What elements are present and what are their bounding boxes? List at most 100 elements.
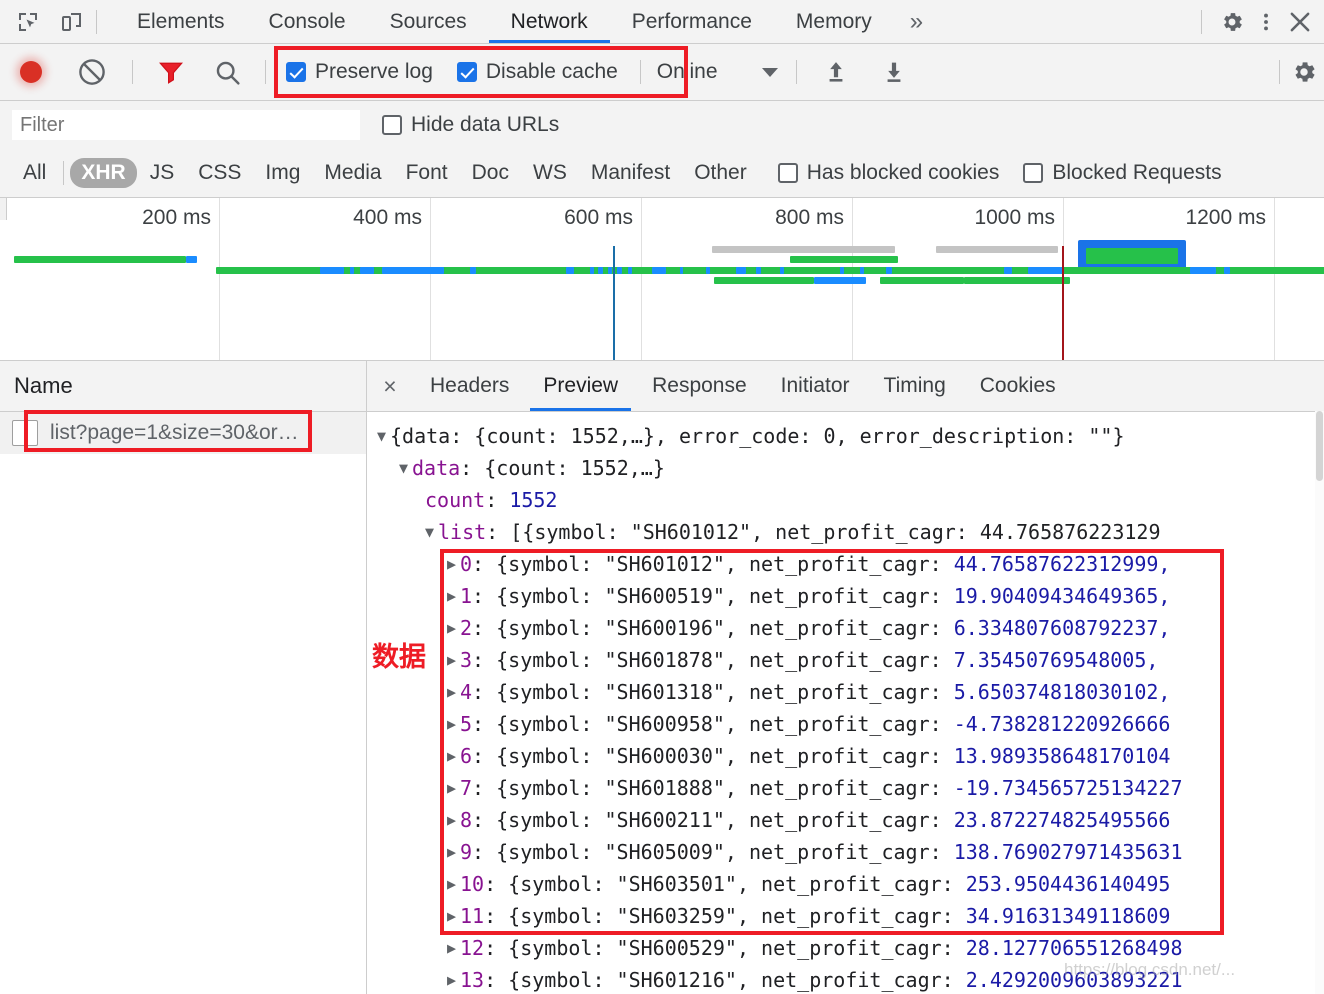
json-scrollbar[interactable] — [1315, 411, 1324, 994]
tab-sources[interactable]: Sources — [368, 0, 489, 43]
json-list-item[interactable]: ▶ 7: {symbol: "SH601888", net_profit_cagr… — [377, 772, 1324, 804]
detail-tab-headers[interactable]: Headers — [413, 361, 526, 411]
inspect-element-icon[interactable] — [14, 8, 42, 36]
detail-tab-timing[interactable]: Timing — [867, 361, 963, 411]
throttling-dropdown[interactable]: Online — [657, 60, 778, 84]
search-button[interactable] — [199, 58, 255, 87]
type-filter-img-label: Img — [265, 161, 301, 184]
type-filter-media[interactable]: Media — [313, 158, 392, 188]
more-options-icon[interactable] — [1252, 8, 1280, 36]
expand-triangle-icon[interactable]: ▶ — [447, 804, 460, 836]
json-list-item[interactable]: ▶ 2: {symbol: "SH600196", net_profit_cagr… — [377, 612, 1324, 644]
has-blocked-cookies-checkbox[interactable]: Has blocked cookies — [777, 161, 999, 185]
tab-more-panels[interactable]: » — [894, 0, 939, 43]
expand-triangle-icon[interactable]: ▶ — [447, 836, 460, 868]
json-list-item[interactable]: ▶ 1: {symbol: "SH600519", net_profit_cagr… — [377, 580, 1324, 612]
json-list-item[interactable]: ▶ 9: {symbol: "SH605009", net_profit_cagr… — [377, 836, 1324, 868]
expand-triangle-icon[interactable]: ▶ — [447, 580, 460, 612]
json-item-symbol-key: symbol — [520, 904, 593, 928]
detail-tab-response-label: Response — [652, 374, 747, 397]
type-filter-xhr[interactable]: XHR — [70, 158, 137, 188]
tab-console[interactable]: Console — [247, 0, 368, 43]
close-icon[interactable] — [1286, 8, 1314, 36]
expand-triangle-icon[interactable]: ▼ — [399, 452, 412, 484]
blocked-requests-label: Blocked Requests — [1052, 161, 1222, 184]
json-list-item[interactable]: ▶ 5: {symbol: "SH600958", net_profit_cagr… — [377, 708, 1324, 740]
toolbar-divider-3 — [639, 60, 641, 84]
json-list-item[interactable]: ▶ 10: {symbol: "SH603501", net_profit_cag… — [377, 868, 1324, 900]
requests-column-header[interactable]: Name — [0, 361, 366, 412]
expand-triangle-icon[interactable]: ▶ — [447, 676, 460, 708]
type-filter-font[interactable]: Font — [395, 158, 459, 188]
clear-button[interactable] — [62, 57, 122, 87]
json-list-item[interactable]: ▶ 8: {symbol: "SH600211", net_profit_cagr… — [377, 804, 1324, 836]
record-button[interactable] — [0, 61, 62, 83]
tab-memory[interactable]: Memory — [774, 0, 894, 43]
expand-triangle-icon[interactable]: ▶ — [447, 772, 460, 804]
json-item-symbol-value: SH601318 — [616, 680, 713, 704]
json-item-cagr-key: net_profit_cagr — [761, 968, 942, 992]
network-overview-timeline[interactable]: 200 ms 400 ms 600 ms 800 ms 1000 ms 1200… — [0, 198, 1324, 361]
json-list-item[interactable]: ▶ 13: {symbol: "SH601216", net_profit_cag… — [377, 964, 1324, 994]
expand-triangle-icon[interactable]: ▶ — [447, 964, 460, 994]
hide-data-urls-checkbox[interactable]: Hide data URLs — [382, 113, 559, 137]
settings-gear-icon[interactable] — [1218, 8, 1246, 36]
preserve-log-checkbox[interactable]: Preserve log — [286, 60, 433, 84]
disable-cache-checkbox-box — [456, 62, 477, 82]
type-filter-other-label: Other — [694, 161, 747, 184]
type-filter-all[interactable]: All — [12, 158, 57, 188]
detail-tab-cookies[interactable]: Cookies — [963, 361, 1073, 411]
expand-triangle-icon[interactable]: ▼ — [377, 420, 390, 452]
json-data-line[interactable]: ▼ data: {count: 1552,…} — [377, 452, 1324, 484]
type-filter-doc-label: Doc — [471, 161, 509, 184]
filter-button[interactable] — [143, 57, 199, 87]
detail-tab-response[interactable]: Response — [635, 361, 764, 411]
detail-close-icon[interactable]: × — [367, 361, 413, 411]
network-settings-gear-icon[interactable] — [1290, 58, 1318, 86]
tab-network[interactable]: Network — [488, 0, 610, 43]
blocked-requests-checkbox[interactable]: Blocked Requests — [1023, 161, 1222, 185]
json-list-item[interactable]: ▶ 12: {symbol: "SH600529", net_profit_cag… — [377, 932, 1324, 964]
json-root-line[interactable]: ▼ {data: {count: 1552,…}, error_code: 0, … — [377, 420, 1324, 452]
type-filter-manifest[interactable]: Manifest — [580, 158, 681, 188]
type-filter-img[interactable]: Img — [254, 158, 311, 188]
filter-input[interactable] — [12, 110, 360, 140]
expand-triangle-icon[interactable]: ▶ — [447, 900, 460, 932]
type-filter-other[interactable]: Other — [683, 158, 758, 188]
json-item-index: 6 — [460, 744, 473, 768]
request-row[interactable]: list?page=1&size=30&or… — [0, 412, 366, 454]
json-list-item[interactable]: ▶ 11: {symbol: "SH603259", net_profit_cag… — [377, 900, 1324, 932]
detail-tab-initiator[interactable]: Initiator — [764, 361, 867, 411]
json-list-item[interactable]: ▶ 0: {symbol: "SH601012", net_profit_cagr… — [377, 548, 1324, 580]
json-list-line[interactable]: ▼ list: [{symbol: "SH601012", net_profit_… — [377, 516, 1324, 548]
json-list-item[interactable]: ▶ 3: {symbol: "SH601878", net_profit_cagr… — [377, 644, 1324, 676]
json-scrollbar-thumb[interactable] — [1316, 411, 1323, 481]
expand-triangle-icon[interactable]: ▶ — [447, 612, 460, 644]
export-har-button[interactable] — [865, 58, 923, 86]
import-har-button[interactable] — [807, 58, 865, 86]
type-filter-css[interactable]: CSS — [187, 158, 252, 188]
expand-triangle-icon[interactable]: ▶ — [447, 708, 460, 740]
disable-cache-checkbox[interactable]: Disable cache — [456, 60, 618, 84]
type-filter-ws[interactable]: WS — [522, 158, 578, 188]
type-filter-doc[interactable]: Doc — [461, 158, 520, 188]
device-toolbar-icon[interactable] — [58, 8, 86, 36]
expand-triangle-icon[interactable]: ▶ — [447, 644, 460, 676]
filter-bar: Hide data URLs — [0, 101, 1324, 149]
json-list-value: [{symbol: "SH601012", net_profit_cagr: 4… — [510, 520, 1161, 544]
json-preview-tree[interactable]: ▼ {data: {count: 1552,…}, error_code: 0, … — [367, 412, 1324, 994]
expand-triangle-icon[interactable]: ▼ — [425, 516, 438, 548]
tab-performance[interactable]: Performance — [610, 0, 774, 43]
detail-tab-preview[interactable]: Preview — [526, 361, 635, 411]
json-list-item[interactable]: ▶ 6: {symbol: "SH600030", net_profit_cagr… — [377, 740, 1324, 772]
json-item-symbol-value: SH600030 — [616, 744, 713, 768]
tab-elements[interactable]: Elements — [115, 0, 247, 43]
expand-triangle-icon[interactable]: ▶ — [447, 932, 460, 964]
expand-triangle-icon[interactable]: ▶ — [447, 740, 460, 772]
json-item-index: 10 — [460, 872, 485, 896]
expand-triangle-icon[interactable]: ▶ — [447, 548, 460, 580]
request-row-name: list?page=1&size=30&or… — [50, 421, 299, 444]
json-list-item[interactable]: ▶ 4: {symbol: "SH601318", net_profit_cagr… — [377, 676, 1324, 708]
expand-triangle-icon[interactable]: ▶ — [447, 868, 460, 900]
type-filter-js[interactable]: JS — [139, 158, 186, 188]
